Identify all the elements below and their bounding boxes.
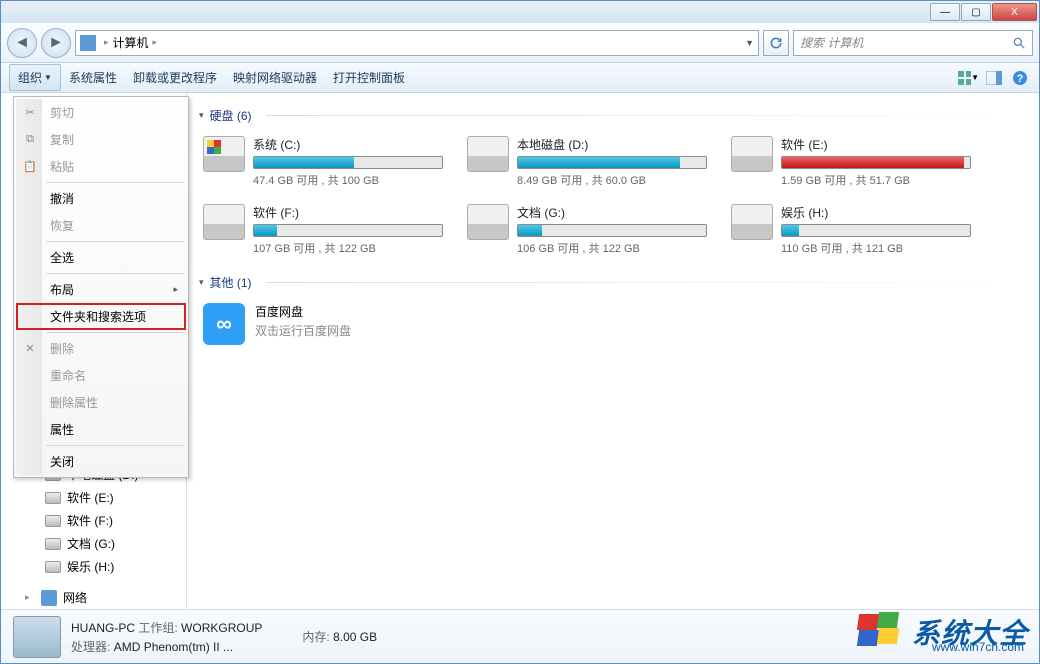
usage-bar bbox=[253, 224, 443, 237]
computer-icon bbox=[80, 35, 96, 51]
preview-pane-button[interactable] bbox=[983, 67, 1005, 89]
menu-item: 📋粘贴 bbox=[16, 153, 186, 180]
chevron-down-icon[interactable]: ▼ bbox=[745, 38, 754, 48]
organize-menu: ✂剪切⧉复制📋粘贴撤消恢复全选布局▸文件夹和搜索选项 ✕删除重命名删除属性属性关闭 bbox=[13, 96, 189, 478]
menu-item: ✂剪切 bbox=[16, 99, 186, 126]
tree-network[interactable]: ▸网络 bbox=[1, 586, 186, 609]
search-input[interactable]: 搜索 计算机 bbox=[793, 30, 1033, 56]
back-button[interactable]: ◄ bbox=[7, 28, 37, 58]
navigation-bar: ◄ ► ▸ 计算机 ▸ ▼ 搜索 计算机 bbox=[1, 23, 1039, 63]
drive-item[interactable]: 文档 (G:) 106 GB 可用 , 共 122 GB bbox=[463, 200, 711, 260]
drive-icon bbox=[45, 561, 61, 573]
drive-item[interactable]: 娱乐 (H:) 110 GB 可用 , 共 121 GB bbox=[727, 200, 975, 260]
drive-stat: 1.59 GB 可用 , 共 51.7 GB bbox=[781, 172, 971, 188]
usage-bar bbox=[517, 156, 707, 169]
menu-item[interactable]: 布局▸ bbox=[16, 276, 186, 303]
group-header-other[interactable]: ▾其他 (1) bbox=[199, 274, 1027, 291]
drive-icon bbox=[467, 136, 509, 172]
maximize-button[interactable]: ▢ bbox=[961, 3, 991, 21]
titlebar: — ▢ X bbox=[1, 1, 1039, 23]
menu-item: ⧉复制 bbox=[16, 126, 186, 153]
svg-text:?: ? bbox=[1017, 73, 1024, 85]
search-placeholder: 搜索 计算机 bbox=[800, 34, 863, 51]
drive-icon bbox=[203, 136, 245, 172]
tree-drive[interactable]: 娱乐 (H:) bbox=[1, 555, 186, 578]
search-icon bbox=[1012, 36, 1026, 50]
menu-icon: ⧉ bbox=[22, 132, 38, 148]
group-header-drives[interactable]: ▾硬盘 (6) bbox=[199, 107, 1027, 124]
menu-item: 重命名 bbox=[16, 362, 186, 389]
drive-item[interactable]: 系统 (C:) 47.4 GB 可用 , 共 100 GB bbox=[199, 132, 447, 192]
menu-icon: ✂ bbox=[22, 105, 38, 121]
drive-name: 系统 (C:) bbox=[253, 136, 443, 153]
tb-system-properties[interactable]: 系统属性 bbox=[61, 65, 125, 90]
close-button[interactable]: X bbox=[992, 3, 1037, 21]
tb-map-drive[interactable]: 映射网络驱动器 bbox=[225, 65, 325, 90]
menu-item: 删除属性 bbox=[16, 389, 186, 416]
drive-icon bbox=[203, 204, 245, 240]
collapse-icon: ▾ bbox=[199, 110, 204, 121]
drive-name: 本地磁盘 (D:) bbox=[517, 136, 707, 153]
organize-button[interactable]: 组织▼ bbox=[9, 64, 61, 91]
drive-icon bbox=[731, 204, 773, 240]
computer-large-icon bbox=[13, 616, 61, 658]
menu-item[interactable]: 全选 bbox=[16, 244, 186, 271]
other-item-baidu[interactable]: ∞ 百度网盘 双击运行百度网盘 bbox=[199, 299, 1027, 349]
minimize-button[interactable]: — bbox=[930, 3, 960, 21]
submenu-arrow-icon: ▸ bbox=[173, 284, 178, 295]
drive-stat: 8.49 GB 可用 , 共 60.0 GB bbox=[517, 172, 707, 188]
menu-item: 恢复 bbox=[16, 212, 186, 239]
baidu-icon: ∞ bbox=[203, 303, 245, 345]
menu-item[interactable]: 关闭 bbox=[16, 448, 186, 475]
drive-stat: 106 GB 可用 , 共 122 GB bbox=[517, 240, 707, 256]
drive-icon bbox=[45, 492, 61, 504]
other-item-desc: 双击运行百度网盘 bbox=[255, 322, 351, 339]
usage-bar bbox=[517, 224, 707, 237]
menu-icon: 📋 bbox=[22, 159, 38, 175]
drive-stat: 107 GB 可用 , 共 122 GB bbox=[253, 240, 443, 256]
menu-item[interactable]: 文件夹和搜索选项 bbox=[16, 303, 186, 330]
tree-drive[interactable]: 软件 (E:) bbox=[1, 486, 186, 509]
drive-name: 文档 (G:) bbox=[517, 204, 707, 221]
menu-item[interactable]: 撤消 bbox=[16, 185, 186, 212]
usage-bar bbox=[781, 224, 971, 237]
menu-item[interactable]: 属性 bbox=[16, 416, 186, 443]
forward-button[interactable]: ► bbox=[41, 28, 71, 58]
menu-item: ✕删除 bbox=[16, 335, 186, 362]
network-icon bbox=[41, 590, 57, 606]
address-bar[interactable]: ▸ 计算机 ▸ ▼ bbox=[75, 30, 759, 56]
drive-icon bbox=[467, 204, 509, 240]
tb-control-panel[interactable]: 打开控制面板 bbox=[325, 65, 413, 90]
status-bar: HUANG-PC 工作组: WORKGROUP 处理器: AMD Phenom(… bbox=[1, 609, 1039, 663]
chevron-right-icon[interactable]: ▸ bbox=[153, 37, 158, 48]
menu-icon: ✕ bbox=[22, 341, 38, 357]
drive-name: 娱乐 (H:) bbox=[781, 204, 971, 221]
tb-uninstall[interactable]: 卸载或更改程序 bbox=[125, 65, 225, 90]
tree-drive[interactable]: 文档 (G:) bbox=[1, 532, 186, 555]
drive-name: 软件 (E:) bbox=[781, 136, 971, 153]
chevron-right-icon: ▸ bbox=[104, 37, 109, 48]
drive-icon bbox=[45, 538, 61, 550]
view-button[interactable]: ▼ bbox=[957, 67, 979, 89]
drive-item[interactable]: 本地磁盘 (D:) 8.49 GB 可用 , 共 60.0 GB bbox=[463, 132, 711, 192]
usage-bar bbox=[253, 156, 443, 169]
usage-bar bbox=[781, 156, 971, 169]
collapse-icon: ▾ bbox=[199, 277, 204, 288]
tree-drive[interactable]: 软件 (F:) bbox=[1, 509, 186, 532]
drive-icon bbox=[731, 136, 773, 172]
content-pane: ▾硬盘 (6) 系统 (C:) 47.4 GB 可用 , 共 100 GB 本地… bbox=[187, 93, 1039, 609]
drive-item[interactable]: 软件 (E:) 1.59 GB 可用 , 共 51.7 GB bbox=[727, 132, 975, 192]
help-button[interactable]: ? bbox=[1009, 67, 1031, 89]
drive-item[interactable]: 软件 (F:) 107 GB 可用 , 共 122 GB bbox=[199, 200, 447, 260]
breadcrumb-item[interactable]: 计算机 bbox=[113, 34, 149, 51]
drive-icon bbox=[45, 515, 61, 527]
drive-stat: 47.4 GB 可用 , 共 100 GB bbox=[253, 172, 443, 188]
toolbar: 组织▼ 系统属性 卸载或更改程序 映射网络驱动器 打开控制面板 ▼ ? bbox=[1, 63, 1039, 93]
pc-name: HUANG-PC bbox=[71, 621, 135, 635]
refresh-button[interactable] bbox=[763, 30, 789, 56]
drive-stat: 110 GB 可用 , 共 121 GB bbox=[781, 240, 971, 256]
drive-name: 软件 (F:) bbox=[253, 204, 443, 221]
other-item-name: 百度网盘 bbox=[255, 303, 351, 320]
